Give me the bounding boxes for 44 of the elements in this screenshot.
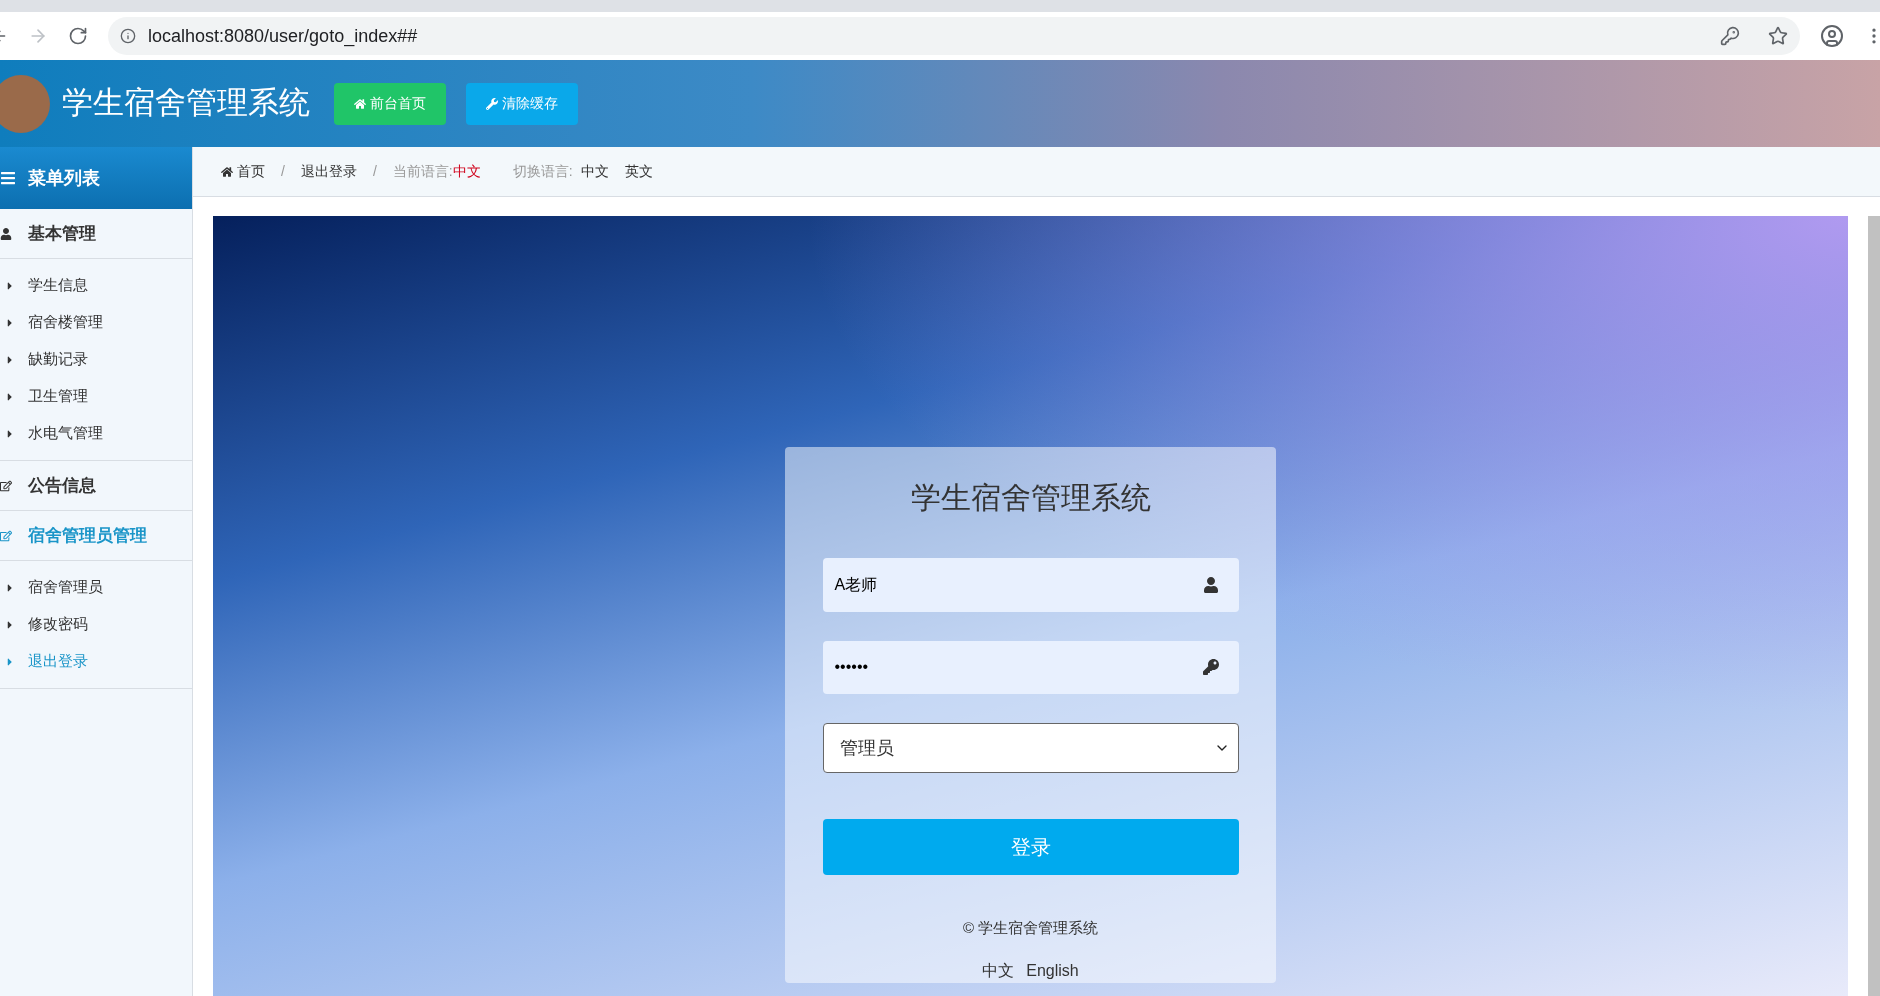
home-icon [221,165,233,178]
language-link[interactable]: 英文 [624,161,653,182]
username-field[interactable]: A老师 [822,558,1239,612]
info-icon [120,28,136,44]
user-icon [0,227,12,240]
sidebar-item[interactable]: 宿舍管理员 [0,569,192,606]
reload-icon[interactable] [68,26,88,46]
star-icon[interactable] [1768,26,1788,46]
menu-icon [0,170,16,186]
sidebar-item[interactable]: 学生信息 [0,267,192,304]
sidebar-item[interactable]: 修改密码 [0,606,192,643]
switch-language-label: 切换语言: [512,162,573,181]
avatar [0,74,50,133]
key-icon [1202,659,1219,676]
sidebar-item[interactable]: 缺勤记录 [0,341,192,378]
sidebar-section[interactable]: 基本管理 [0,209,192,259]
language-link[interactable]: 中文 [982,959,1015,983]
copyright-text: © 学生宿舍管理系统 [962,917,1099,938]
system-title: 学生宿舍管理系统 [62,84,310,123]
sidebar-item[interactable]: 卫生管理 [0,378,192,415]
profile-icon[interactable] [1820,24,1844,48]
sidebar-title: 菜单列表 [28,166,100,190]
wrench-icon [486,97,498,110]
breadcrumb-link[interactable]: 首页 [221,161,265,182]
sidebar-item[interactable]: 宿舍楼管理 [0,304,192,341]
language-link[interactable]: English [1026,959,1079,983]
edit-icon [0,479,12,492]
password-field[interactable]: •••••• [822,640,1239,695]
home-icon [354,97,366,110]
url-text: localhost:8080/user/goto_index## [148,24,418,49]
key-icon[interactable] [1720,26,1740,46]
breadcrumb-separator: / [371,162,378,181]
login-title: 学生宿舍管理系统 [910,480,1151,516]
language-label: 当前语言: [392,162,453,181]
address-bar[interactable]: localhost:8080/user/goto_index## [108,17,1800,55]
language-link[interactable]: 中文 [580,161,609,182]
scrollbar[interactable] [1868,216,1880,996]
user-icon [1202,576,1219,593]
sidebar-section[interactable]: 公告信息 [0,461,192,511]
breadcrumb-separator: / [280,162,286,181]
breadcrumb-link[interactable]: 退出登录 [300,161,357,182]
edit-icon [0,529,12,542]
role-select[interactable]: 管理员 [822,723,1239,773]
sidebar-item[interactable]: 水电气管理 [0,415,192,452]
